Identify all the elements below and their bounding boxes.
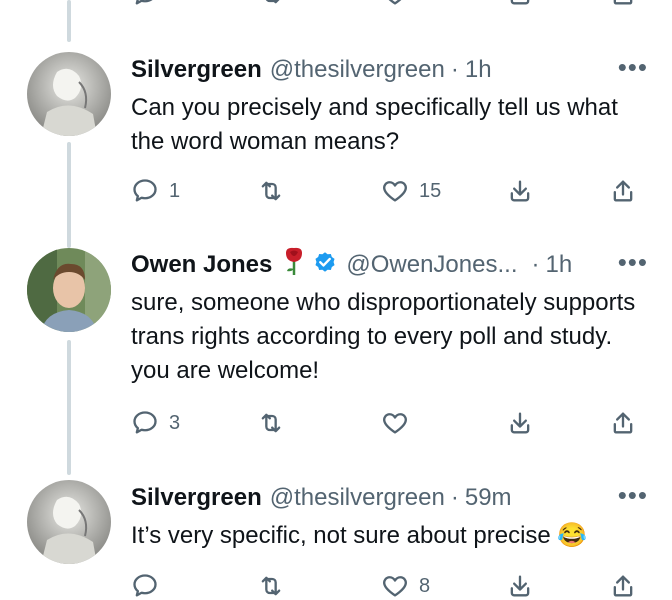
reply-count: 1 [169,179,181,202]
share-down-button[interactable] [506,177,534,205]
download-share-icon [510,0,530,5]
retweet-button[interactable] [257,572,285,600]
statue-avatar-image [27,480,111,564]
retweet-button[interactable] [257,0,285,8]
share-down-button[interactable] [506,0,534,8]
share-down-button[interactable] [506,572,534,600]
tweet-content: Silvergreen @thesilvergreen · 59m ••• It… [131,482,650,553]
display-name[interactable]: Owen Jones [131,251,272,279]
avatar[interactable] [27,52,111,136]
tweet-text: sure, someone who disproportionately sup… [131,289,636,384]
like-count: 15 [419,179,442,202]
heart-icon [383,413,407,434]
more-options-button[interactable]: ••• [618,249,648,275]
tweet-text: Can you precisely and specifically tell … [131,94,618,155]
tweet-content: Owen Jones @OwenJones... · 1h ••• sure, … [131,247,650,388]
reply-button[interactable]: 3 [131,0,180,8]
like-button[interactable]: 1 [381,0,430,8]
share-icon [613,180,633,202]
avatar[interactable] [27,480,111,564]
retweet-button[interactable] [257,177,285,205]
share-icon [613,575,633,597]
share-button[interactable] [609,0,637,8]
heart-icon [388,0,402,5]
person-avatar-image [27,248,111,332]
like-count: 1 [419,0,430,6]
tweet-actions: 1 15 [131,177,651,211]
reply-count: 3 [169,411,181,434]
user-handle[interactable]: @thesilvergreen [270,56,445,84]
download-share-icon [510,412,530,434]
retweet-icon [261,576,281,596]
avatar[interactable] [27,248,111,332]
share-icon [613,412,633,434]
download-share-icon [510,575,530,597]
separator-dot: · [531,251,540,278]
tweet-actions: 3 [131,409,651,443]
download-share-icon [510,180,530,202]
thread-line [67,0,71,42]
retweet-icon [261,181,281,201]
reply-icon [135,0,153,5]
tweet-header: Silvergreen @thesilvergreen · 1h ••• [131,54,650,85]
tweet-header: Silvergreen @thesilvergreen · 59m ••• [131,482,650,513]
separator-dot: · [450,484,459,511]
like-button[interactable] [381,409,409,437]
heart-icon [383,181,407,202]
retweet-icon [265,0,280,4]
more-options-button[interactable]: ••• [618,482,648,508]
reply-icon [133,411,157,434]
reply-icon [133,179,157,202]
reply-count: 3 [169,0,180,6]
share-down-button[interactable] [506,409,534,437]
reply-button[interactable] [131,572,159,600]
like-button[interactable]: 15 [381,177,441,205]
timestamp[interactable]: 59m [465,484,512,512]
statue-avatar-image [27,52,111,136]
tweet-actions: 8 [131,572,651,600]
reply-button[interactable]: 1 [131,177,180,205]
share-button[interactable] [609,572,637,600]
like-button[interactable]: 8 [381,572,430,600]
display-name[interactable]: Silvergreen [131,56,262,84]
tweet-text: It’s very specific, not sure about preci… [131,522,588,549]
verified-badge-icon [312,249,338,282]
share-icon [613,0,633,5]
rose-emoji-icon [282,247,306,284]
reply-icon [133,574,157,597]
timestamp[interactable]: 1h [465,56,492,84]
like-count: 8 [419,574,431,597]
separator-dot: · [450,56,459,83]
share-button[interactable] [609,177,637,205]
reply-button[interactable]: 3 [131,409,180,437]
share-button[interactable] [609,409,637,437]
tweet-actions-partial: 3 1 [131,0,651,14]
more-options-button[interactable]: ••• [618,54,648,80]
retweet-button[interactable] [257,409,285,437]
user-handle[interactable]: @thesilvergreen [270,484,445,512]
display-name[interactable]: Silvergreen [131,484,262,512]
tweet-header: Owen Jones @OwenJones... · 1h ••• [131,247,650,282]
timestamp[interactable]: 1h [545,251,572,279]
user-handle[interactable]: @OwenJones... [346,251,517,279]
retweet-icon [261,413,281,433]
heart-icon [383,576,407,597]
tweet-content: Silvergreen @thesilvergreen · 1h ••• Can… [131,54,650,159]
